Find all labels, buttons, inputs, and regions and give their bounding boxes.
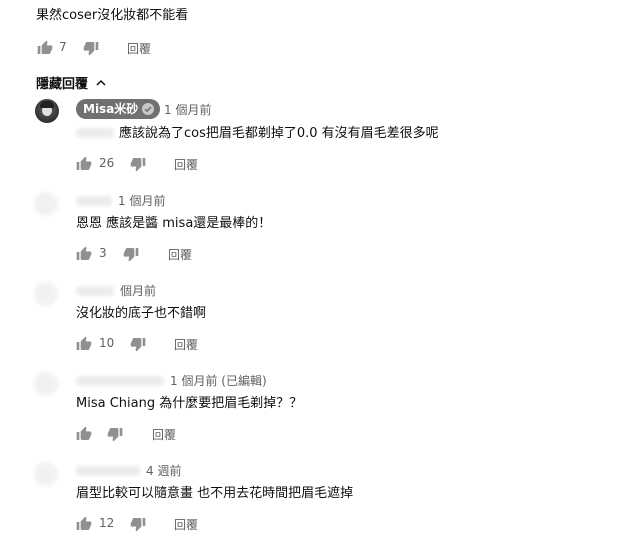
reply-button[interactable]: 回覆 xyxy=(174,156,198,173)
comment-time[interactable]: 1 個月前 xyxy=(118,192,165,209)
dislike-button[interactable] xyxy=(107,426,123,442)
reply-button[interactable]: 回覆 xyxy=(152,426,176,443)
avatar[interactable] xyxy=(34,462,58,486)
reply-button[interactable]: 回覆 xyxy=(168,246,192,263)
comment-time[interactable]: 個月前 xyxy=(120,282,156,299)
author-name: Misa米砂 xyxy=(83,102,139,116)
avatar[interactable] xyxy=(34,372,58,396)
like-button[interactable] xyxy=(76,426,92,442)
hide-replies-button[interactable]: 隱藏回覆 xyxy=(36,73,107,92)
author-badge[interactable]: Misa米砂 xyxy=(76,99,161,119)
like-count: 12 xyxy=(99,516,115,530)
dislike-button[interactable] xyxy=(130,336,146,352)
check-icon xyxy=(142,103,155,115)
hide-replies-label: 隱藏回覆 xyxy=(36,77,89,92)
dislike-button[interactable] xyxy=(83,40,99,56)
dislike-button[interactable] xyxy=(123,246,139,262)
like-count: 26 xyxy=(99,156,115,170)
comment-time[interactable]: 1 個月前 (已編輯) xyxy=(170,372,267,389)
reply-button[interactable]: 回覆 xyxy=(127,40,151,57)
avatar[interactable] xyxy=(34,282,58,306)
comment-text: 果然coser沒化妝都不能看 xyxy=(36,8,189,23)
like-button[interactable] xyxy=(76,156,92,172)
author-name[interactable] xyxy=(76,466,140,476)
comment-text: Misa Chiang 為什麼要把眉毛剃掉？？ xyxy=(76,396,303,411)
like-button[interactable] xyxy=(76,336,92,352)
like-button[interactable] xyxy=(76,246,92,262)
like-count: 7 xyxy=(59,40,67,54)
like-count: 10 xyxy=(99,336,115,350)
dislike-button[interactable] xyxy=(130,516,146,532)
author-name[interactable] xyxy=(76,196,112,206)
like-button[interactable] xyxy=(37,40,53,56)
reply-button[interactable]: 回覆 xyxy=(174,516,198,533)
comment-time[interactable]: 4 週前 xyxy=(146,462,181,479)
like-button[interactable] xyxy=(76,516,92,532)
avatar[interactable] xyxy=(35,99,59,123)
like-count: 3 xyxy=(99,246,107,260)
comment-text: 眉型比較可以隨意畫 也不用去花時間把眉毛遮掉 xyxy=(76,486,354,501)
comment-text: 沒化妝的底子也不錯啊 xyxy=(76,306,207,321)
chevron-up-icon xyxy=(96,79,106,86)
author-name[interactable] xyxy=(76,376,164,386)
avatar[interactable] xyxy=(34,192,58,216)
reply-button[interactable]: 回覆 xyxy=(174,336,198,353)
author-name[interactable] xyxy=(76,286,114,296)
comment-text: 恩恩 應該是醬 misa還是最棒的！ xyxy=(76,216,272,231)
mention-link[interactable] xyxy=(76,128,114,138)
dislike-button[interactable] xyxy=(130,156,146,172)
comment-text: 應該說為了cos把眉毛都剃掉了0.0 有沒有眉毛差很多呢 xyxy=(119,126,439,141)
comment-time[interactable]: 1 個月前 xyxy=(164,101,211,118)
